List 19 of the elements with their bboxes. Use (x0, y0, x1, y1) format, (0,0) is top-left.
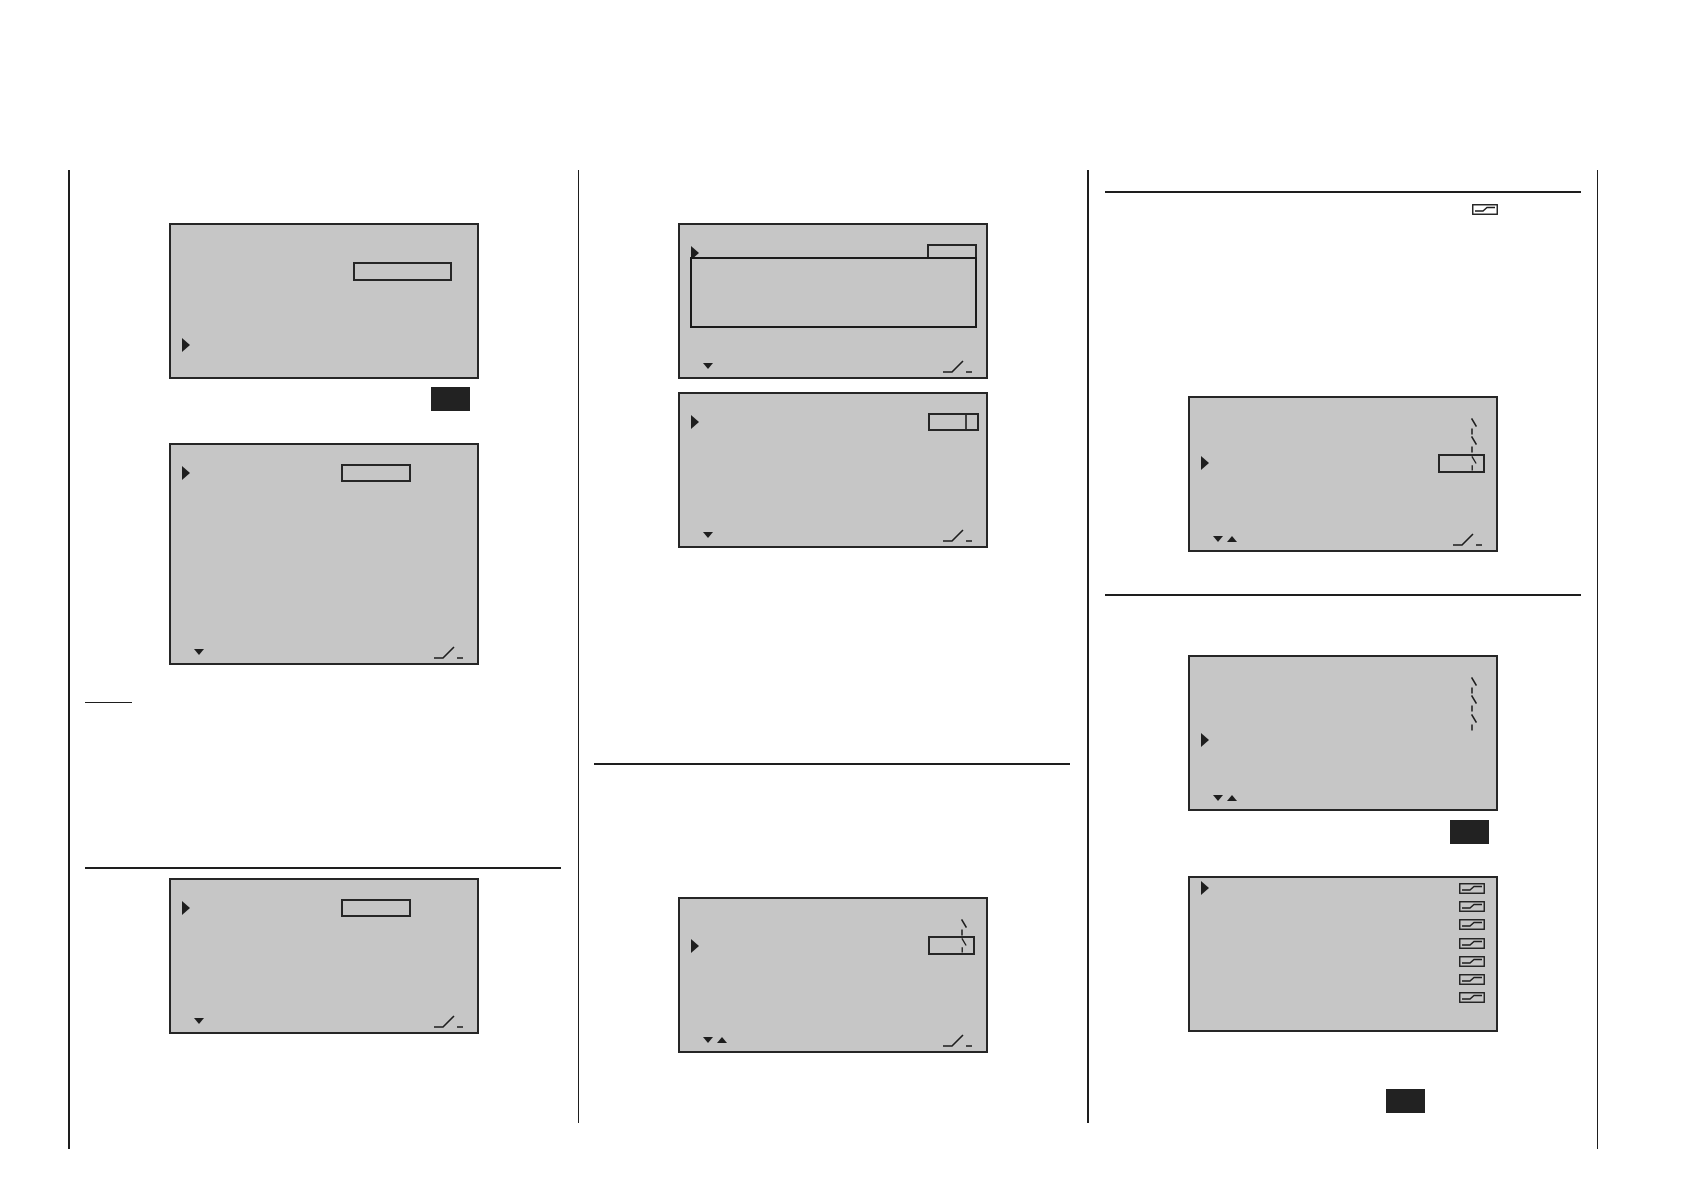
key-icon (1449, 820, 1489, 844)
value-field[interactable] (1437, 453, 1485, 473)
value-field[interactable] (928, 413, 979, 432)
curve-icon (1458, 882, 1485, 894)
dashed-switch-icon (961, 918, 967, 936)
value-field[interactable] (352, 262, 452, 282)
value-field[interactable] (928, 936, 975, 956)
curve-icon (1458, 955, 1485, 967)
curve-icon (1471, 204, 1498, 215)
value-field[interactable] (340, 464, 411, 483)
curve-icon (1458, 992, 1485, 1004)
curve-icon (1458, 974, 1485, 986)
curve-icon (1458, 900, 1485, 912)
value-field[interactable] (340, 899, 411, 918)
key-icon (430, 387, 470, 411)
key-icon (1385, 1089, 1425, 1113)
dashed-switch-icon (961, 938, 967, 954)
curve-icon (1458, 919, 1485, 931)
curve-icon (1458, 937, 1485, 949)
